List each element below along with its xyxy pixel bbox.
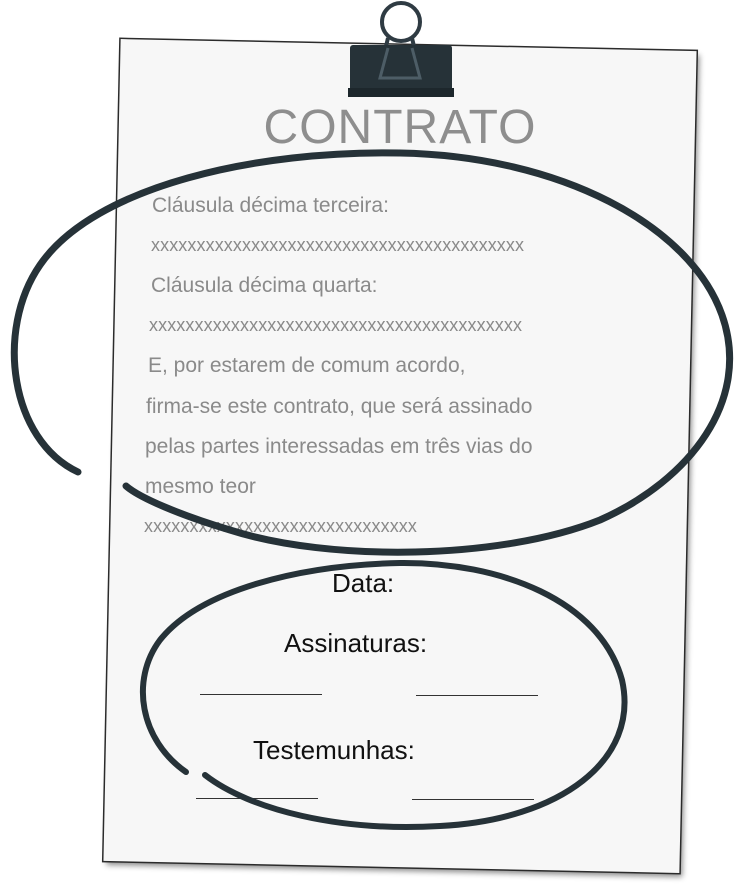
closing-line-4: mesmo teor — [145, 475, 256, 498]
contract-title: CONTRATO — [263, 101, 537, 154]
witnesses-label: Testemunhas: — [253, 735, 415, 765]
signatures-label: Assinaturas: — [284, 628, 428, 658]
date-label: Data: — [332, 568, 395, 598]
signature-line-right — [416, 695, 538, 696]
binder-clip-icon — [348, 1, 454, 97]
closing-line-3: pelas partes interessadas em três vias d… — [145, 435, 533, 458]
witness-line-left — [196, 798, 318, 799]
closing-line-2: firma-se este contrato, que será assinad… — [146, 395, 533, 418]
signature-line-left — [200, 694, 322, 695]
clause-13-text: xxxxxxxxxxxxxxxxxxxxxxxxxxxxxxxxxxxxxxxx… — [151, 235, 525, 255]
clause-13-heading: Cláusula décima terceira: — [152, 194, 389, 217]
witness-line-right — [412, 799, 534, 800]
closing-x-line: xxxxxxxxxxxxxxxxxxxxxxxxxxxxxx — [144, 516, 417, 536]
clause-14-text: xxxxxxxxxxxxxxxxxxxxxxxxxxxxxxxxxxxxxxxx… — [149, 315, 523, 335]
clause-14-heading: Cláusula décima quarta: — [151, 274, 378, 297]
closing-line-1: E, por estarem de comum acordo, — [148, 354, 466, 377]
